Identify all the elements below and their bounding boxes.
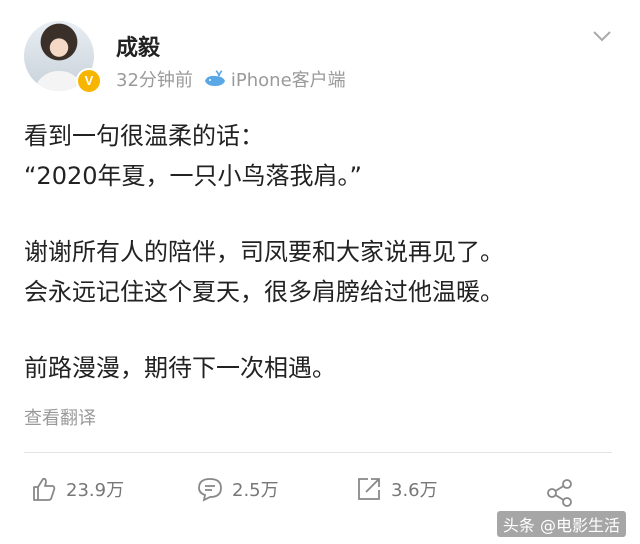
post-line: 谢谢所有人的陪伴，司凤要和大家说再见了。	[24, 238, 504, 266]
share-icon[interactable]	[545, 478, 575, 508]
divider	[24, 452, 612, 453]
comment-count: 2.5万	[232, 480, 279, 501]
post-line: 会永远记住这个夏天，很多肩膀给过他温暖。	[24, 278, 504, 306]
thumbs-up-icon	[33, 477, 56, 501]
repost-button[interactable]: 3.6万	[355, 475, 438, 503]
watermark: 头条 @电影生活	[496, 511, 626, 537]
like-button[interactable]: 23.9万	[30, 475, 124, 503]
comment-button[interactable]: 2.5万	[196, 475, 279, 503]
repost-icon	[358, 478, 380, 500]
translate-link[interactable]: 查看翻译	[24, 404, 96, 430]
post-time: 32分钟前	[116, 70, 193, 91]
repost-count: 3.6万	[391, 480, 438, 501]
post-line: 看到一句很温柔的话：	[24, 122, 264, 150]
verified-badge: V	[76, 68, 102, 94]
post-content: 看到一句很温柔的话： “2020年夏，一只小鸟落我肩。” 谢谢所有人的陪伴，司凤…	[24, 116, 624, 388]
author-name[interactable]: 成毅	[116, 30, 160, 62]
post-source[interactable]: iPhone客户端	[203, 66, 346, 92]
post-source-label: iPhone客户端	[230, 70, 346, 91]
post-meta: 32分钟前 iPhone客户端	[116, 66, 346, 92]
whale-icon	[204, 70, 225, 86]
post-line: 前路漫漫，期待下一次相遇。	[24, 354, 336, 382]
post-line: “2020年夏，一只小鸟落我肩。”	[24, 162, 362, 190]
like-count: 23.9万	[66, 480, 125, 501]
comment-icon	[198, 478, 222, 502]
chevron-down-icon[interactable]	[591, 28, 613, 44]
